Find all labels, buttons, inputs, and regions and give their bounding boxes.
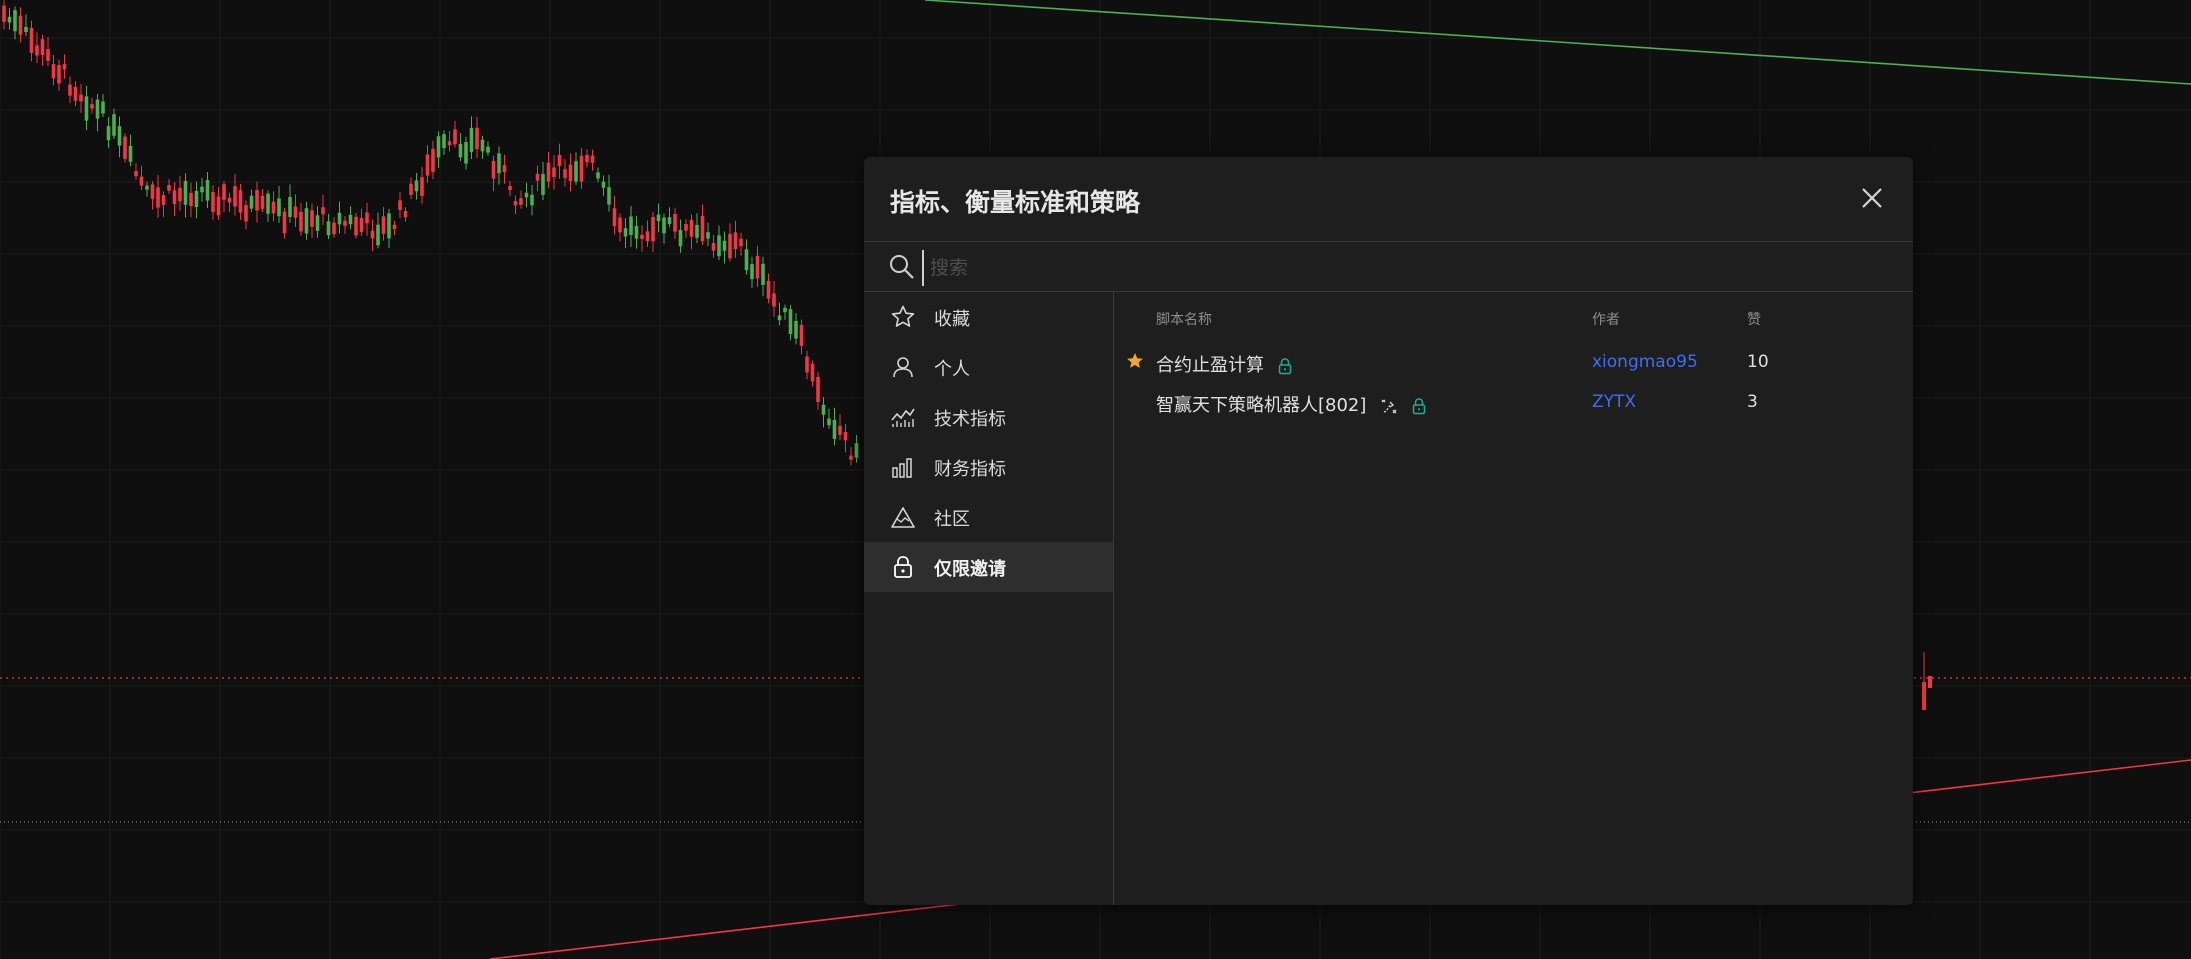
column-header-author: 作者 xyxy=(1592,312,1620,328)
sidebar-item-label: 个人 xyxy=(934,359,970,380)
sidebar-item-technicals[interactable]: 技术指标 xyxy=(864,392,1113,442)
sidebar-item-invite-only[interactable]: 仅限邀请 xyxy=(864,542,1113,592)
sidebar-item-label: 仅限邀请 xyxy=(934,559,1006,580)
lock-icon xyxy=(1412,398,1426,415)
bar-chart-icon xyxy=(892,458,912,478)
close-icon xyxy=(1862,188,1882,208)
category-sidebar: 收藏 个人 技术指标 财务指标 社区 仅限邀请 xyxy=(864,292,1114,905)
sidebar-item-community[interactable]: 社区 xyxy=(864,492,1113,542)
dialog-title: 指标、衡量标准和策略 xyxy=(890,188,1141,217)
favorite-star-icon[interactable] xyxy=(1126,352,1144,370)
sidebar-item-label: 社区 xyxy=(934,509,970,530)
mountain-icon xyxy=(891,507,915,528)
lock-icon xyxy=(1278,358,1291,375)
script-name-cell: 智赢天下策略机器人[802] xyxy=(1156,391,1426,417)
likes-count: 3 xyxy=(1747,392,1758,412)
sidebar-item-label: 技术指标 xyxy=(934,409,1006,430)
column-header-likes: 赞 xyxy=(1747,312,1761,328)
column-header-script-name: 脚本名称 xyxy=(1156,312,1212,328)
search-bar xyxy=(864,242,1913,292)
sidebar-item-favorites[interactable]: 收藏 xyxy=(864,292,1113,342)
sidebar-item-financials[interactable]: 财务指标 xyxy=(864,442,1113,492)
sidebar-item-label: 收藏 xyxy=(934,309,970,330)
likes-count: 10 xyxy=(1747,352,1769,372)
script-name: 智赢天下策略机器人[802] xyxy=(1156,395,1367,416)
indicators-dialog: 指标、衡量标准和策略 收藏 个人 xyxy=(864,157,1913,905)
strategy-icon xyxy=(1381,399,1397,414)
script-list: 脚本名称 作者 赞 合约止盈计算 xiongmao95 10 智赢天下策略机器人… xyxy=(1114,292,1913,905)
dialog-header: 指标、衡量标准和策略 xyxy=(864,157,1913,242)
lock-icon xyxy=(894,556,912,578)
author-link[interactable]: xiongmao95 xyxy=(1592,352,1698,372)
sidebar-item-label: 财务指标 xyxy=(934,459,1006,480)
search-input[interactable] xyxy=(922,250,1832,286)
script-name: 合约止盈计算 xyxy=(1156,355,1264,376)
user-icon xyxy=(893,357,913,378)
line-chart-icon xyxy=(891,408,915,427)
close-button[interactable] xyxy=(1857,183,1887,213)
author-link[interactable]: ZYTX xyxy=(1592,392,1636,412)
star-outline-icon xyxy=(891,305,915,327)
table-row[interactable]: 智赢天下策略机器人[802] ZYTX 3 xyxy=(1114,381,1913,421)
search-icon xyxy=(890,255,914,279)
sidebar-item-personal[interactable]: 个人 xyxy=(864,342,1113,392)
script-name-cell: 合约止盈计算 xyxy=(1156,351,1292,377)
table-row[interactable]: 合约止盈计算 xiongmao95 10 xyxy=(1114,341,1913,381)
